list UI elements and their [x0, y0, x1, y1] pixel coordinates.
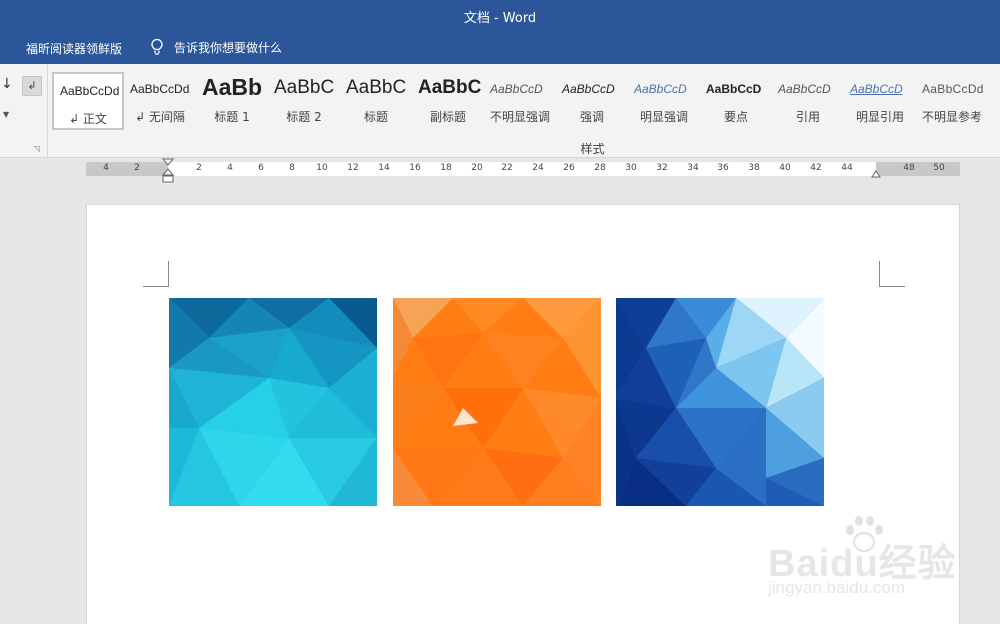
- ruler-label: 22: [501, 163, 513, 173]
- teal-lowpoly-image[interactable]: [169, 298, 377, 506]
- style-sample: AaBbCcD: [850, 82, 903, 96]
- ruler-right-margin: [876, 162, 960, 176]
- ruler-label: 12: [347, 163, 359, 173]
- ruler-label: 18: [440, 163, 452, 173]
- style-intense-emphasis[interactable]: AaBbCcD 明显强调: [628, 72, 700, 130]
- ruler-label: 28: [594, 163, 606, 173]
- ruler-label: 24: [532, 163, 544, 173]
- style-sample: AaBbC: [274, 77, 335, 98]
- style-sample: AaBbCcD: [490, 82, 543, 96]
- window-title: 文档 - Word: [463, 11, 537, 26]
- ruler-label: 4: [227, 163, 233, 173]
- ribbon: ↓ ▼ ↲ ◹ AaBbCcDd ↲ 正文 AaBbCcDd ↲ 无间隔 AaB…: [0, 64, 1000, 158]
- tell-me-label: 告诉我你想要做什么: [174, 40, 283, 55]
- tell-me-search[interactable]: 告诉我你想要做什么: [150, 38, 282, 56]
- ruler-label: 26: [563, 163, 575, 173]
- ruler-label: 44: [841, 163, 853, 173]
- margin-corner-top-right: [879, 261, 905, 287]
- style-label: 标题 2: [286, 110, 322, 124]
- style-label: 引用: [795, 110, 820, 124]
- ruler-label: 16: [409, 163, 421, 173]
- ruler-label: 4: [103, 163, 109, 173]
- ruler-left-margin: [86, 162, 168, 176]
- ruler-label: 6: [258, 163, 264, 173]
- ruler-label: 14: [378, 163, 390, 173]
- style-intense-quote[interactable]: AaBbCcD 明显引用: [844, 72, 916, 130]
- ruler-label: 8: [289, 163, 295, 173]
- ruler-label: 42: [810, 163, 822, 173]
- ruler-label: 32: [656, 163, 668, 173]
- chevron-down-icon[interactable]: ▼: [3, 110, 9, 119]
- style-sample: AaBbC: [346, 77, 407, 98]
- style-heading-1[interactable]: AaBb 标题 1: [196, 72, 268, 130]
- ruler-label: 34: [687, 163, 699, 173]
- styles-group-label: 样式: [580, 142, 605, 156]
- style-label: 不明显参考: [921, 110, 982, 124]
- style-no-spacing[interactable]: AaBbCcDd ↲ 无间隔: [124, 72, 196, 130]
- style-quote[interactable]: AaBbCcD 引用: [772, 72, 844, 130]
- style-label: 明显引用: [855, 110, 904, 124]
- style-sample: AaBbC: [418, 77, 482, 98]
- style-label: 副标题: [429, 110, 466, 124]
- baidu-jingyan-watermark: Baidu经验 jingyan.baidu.com: [766, 514, 966, 604]
- ruler-label: 48: [903, 163, 915, 173]
- ruler-label: 36: [717, 163, 729, 173]
- blue-lowpoly-image[interactable]: [616, 298, 824, 506]
- style-label: 强调: [579, 110, 604, 124]
- styles-gallery: AaBbCcDd ↲ 正文 AaBbCcDd ↲ 无间隔 AaBb 标题 1 A…: [52, 72, 1000, 130]
- foxit-addin-tab[interactable]: 福昕阅读器领鲜版: [26, 40, 122, 57]
- style-label: 不明显强调: [489, 110, 550, 124]
- style-sample: AaBbCcDd: [922, 82, 984, 96]
- ruler-label: 2: [134, 163, 140, 173]
- ruler-label: 38: [748, 163, 760, 173]
- style-subtle-emphasis[interactable]: AaBbCcD 不明显强调: [484, 72, 556, 130]
- ruler-label: 10: [316, 163, 328, 173]
- style-heading-2[interactable]: AaBbC 标题 2: [268, 72, 340, 130]
- margin-corner-top-left: [143, 261, 169, 287]
- ruler-label: 30: [625, 163, 637, 173]
- ruler-label: 2: [196, 163, 202, 173]
- style-label: 标题: [363, 110, 388, 124]
- orange-lowpoly-image[interactable]: [393, 298, 601, 506]
- style-label: ↲ 无间隔: [135, 110, 185, 124]
- style-label: 要点: [723, 110, 748, 124]
- style-title[interactable]: AaBbC 标题: [340, 72, 412, 130]
- sort-icon[interactable]: ↓: [1, 76, 13, 92]
- title-bar: 文档 - Word: [0, 0, 1000, 30]
- style-strong[interactable]: AaBbCcD 要点: [700, 72, 772, 130]
- style-sample: AaBb: [202, 74, 263, 100]
- ruler-label: 50: [933, 163, 945, 173]
- style-sample: AaBbCcD: [634, 82, 687, 96]
- indent-marker-icon[interactable]: [162, 158, 174, 184]
- style-label: ↲ 正文: [69, 112, 107, 126]
- style-normal[interactable]: AaBbCcDd ↲ 正文: [52, 72, 124, 130]
- style-subtitle[interactable]: AaBbC 副标题: [412, 72, 484, 130]
- style-sample: AaBbCcD: [706, 82, 762, 96]
- style-sample: AaBbCcDd: [60, 84, 120, 98]
- ruler-label: 20: [471, 163, 483, 173]
- show-paragraph-marks-button[interactable]: ↲: [22, 76, 42, 96]
- tell-me-bar: 福昕阅读器领鲜版 告诉我你想要做什么: [0, 30, 1000, 64]
- style-sample: AaBbCcD: [562, 82, 615, 96]
- right-indent-marker-icon[interactable]: [871, 170, 881, 178]
- style-sample: AaBbCcDd: [130, 82, 190, 96]
- style-subtle-reference[interactable]: AaBbCcDd 不明显参考: [916, 72, 988, 130]
- ruler-label: 40: [779, 163, 791, 173]
- style-sample: AaBbCcD: [778, 82, 831, 96]
- lightbulb-icon: [151, 38, 163, 55]
- style-emphasis[interactable]: AaBbCcD 强调: [556, 72, 628, 130]
- watermark-url: jingyan.baidu.com: [768, 578, 906, 597]
- style-label: 明显强调: [639, 110, 688, 124]
- style-label: 标题 1: [214, 110, 250, 124]
- horizontal-ruler[interactable]: 4 2 2 4 6 8 10 12 14 16 18 20 22 24 26 2…: [86, 162, 960, 176]
